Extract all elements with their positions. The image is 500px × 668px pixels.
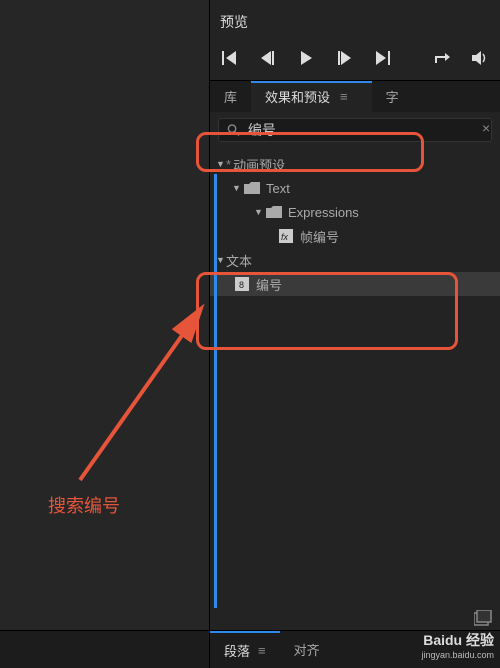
tree-item-expressions[interactable]: ▼ Expressions bbox=[210, 200, 500, 224]
play-button[interactable] bbox=[292, 46, 320, 70]
search-input[interactable] bbox=[248, 122, 483, 138]
search-input-container[interactable] bbox=[218, 118, 492, 142]
panel-menu-icon[interactable]: ≡ bbox=[330, 89, 358, 104]
search-row: × bbox=[210, 112, 500, 148]
tab-effects-label: 效果和预设 bbox=[265, 87, 330, 106]
tree-item-frame-number[interactable]: fx 帧编号 bbox=[210, 224, 500, 248]
chevron-down-icon: ▼ bbox=[232, 183, 242, 193]
chevron-down-icon: ▼ bbox=[216, 255, 226, 265]
star-icon: * bbox=[226, 157, 231, 172]
svg-text:fx: fx bbox=[281, 232, 289, 242]
right-panel: 预览 库 效果和预设 ≡ 字 bbox=[210, 0, 500, 668]
search-icon bbox=[227, 123, 240, 137]
chevron-down-icon: ▼ bbox=[254, 207, 264, 217]
svg-text:8: 8 bbox=[239, 280, 244, 290]
tree-label: 文本 bbox=[226, 251, 252, 270]
tab-paragraph[interactable]: 段落 ≡ bbox=[210, 631, 280, 668]
tree-item-text-category[interactable]: ▼ 文本 bbox=[210, 248, 500, 272]
tree-scrollbar[interactable] bbox=[214, 174, 217, 608]
clear-search-icon[interactable]: × bbox=[482, 120, 496, 136]
tree-label: 编号 bbox=[256, 275, 282, 294]
tree-label: Text bbox=[266, 181, 290, 196]
fx-preset-icon: fx bbox=[278, 229, 294, 243]
tree-label: Expressions bbox=[288, 205, 359, 220]
tab-effects-presets[interactable]: 效果和预设 ≡ bbox=[251, 81, 372, 113]
preview-panel-title: 预览 bbox=[210, 0, 500, 40]
preset-icon: 8 bbox=[234, 277, 250, 291]
folder-icon bbox=[244, 181, 260, 195]
new-comp-icon[interactable] bbox=[474, 610, 492, 626]
tab-library[interactable]: 库 bbox=[210, 81, 251, 113]
watermark: Baidu 经验 jingyan.baidu.com bbox=[421, 630, 494, 660]
loop-button[interactable] bbox=[428, 46, 456, 70]
effects-tree: ▼ * 动画预设 ▼ Text ▼ Expressions fx 帧编号 ▼ bbox=[210, 148, 500, 300]
prev-frame-button[interactable] bbox=[254, 46, 282, 70]
tab-label: 段落 bbox=[224, 641, 250, 660]
folder-icon bbox=[266, 205, 282, 219]
left-panel bbox=[0, 0, 210, 668]
transport-controls bbox=[210, 40, 500, 80]
tree-item-anim-presets[interactable]: ▼ * 动画预设 bbox=[210, 152, 500, 176]
last-frame-button[interactable] bbox=[368, 46, 396, 70]
next-frame-button[interactable] bbox=[330, 46, 358, 70]
first-frame-button[interactable] bbox=[216, 46, 244, 70]
tab-character[interactable]: 字 bbox=[372, 81, 413, 113]
panel-tabs: 库 效果和预设 ≡ 字 bbox=[210, 80, 500, 112]
mute-button[interactable] bbox=[466, 46, 494, 70]
watermark-sub: jingyan.baidu.com bbox=[421, 650, 494, 660]
tree-label: 帧编号 bbox=[300, 227, 339, 246]
watermark-main: Baidu 经验 bbox=[421, 630, 494, 650]
tree-label: 动画预设 bbox=[233, 155, 285, 174]
tree-item-number-preset[interactable]: 8 编号 bbox=[210, 272, 500, 296]
chevron-down-icon: ▼ bbox=[216, 159, 226, 169]
tree-item-text-folder[interactable]: ▼ Text bbox=[210, 176, 500, 200]
panel-menu-icon[interactable]: ≡ bbox=[258, 643, 266, 658]
tab-align[interactable]: 对齐 bbox=[280, 632, 334, 667]
